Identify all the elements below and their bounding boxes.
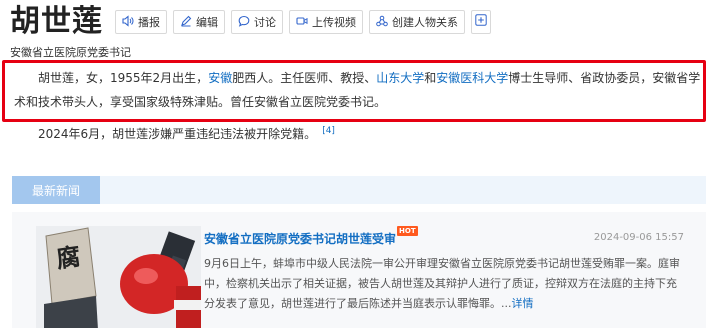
link-anhui-medical-university[interactable]: 安徽医科大学: [436, 71, 508, 85]
news-date: 2024-09-06 15:57: [593, 232, 684, 243]
chat-bubble-icon: [238, 15, 250, 30]
tab-latest-news[interactable]: 最新新闻: [12, 176, 100, 204]
expulsion-paragraph: 2024年6月，胡世莲涉嫌严重违纪违法被开除党籍。 [4]: [14, 119, 704, 146]
page-subtitle: 安徽省立医院原党委书记: [10, 46, 131, 59]
intro-text-a: 胡世莲，女，1955年2月出生，: [38, 71, 209, 85]
discuss-button[interactable]: 讨论: [231, 10, 283, 34]
news-section-header: 最新新闻: [12, 176, 706, 204]
news-summary: 9月6日上午，蚌埠市中级人民法院一审公开审理安徽省立医院原党委书记胡世莲受贿罪一…: [204, 254, 684, 314]
relationship-icon: [376, 15, 388, 30]
speaker-icon: [122, 14, 134, 30]
link-shandong-university[interactable]: 山东大学: [376, 71, 424, 85]
expulsion-text: 2024年6月，胡世莲涉嫌严重违纪违法被开除党籍。: [38, 127, 317, 141]
link-anhui[interactable]: 安徽: [208, 71, 232, 85]
header: 胡世莲 播报 编辑 讨论 上传视频 创建人物关系: [10, 2, 497, 42]
reference-link[interactable]: [4]: [322, 126, 335, 136]
news-title-text[interactable]: 安徽省立医院原党委书记胡世莲受审: [204, 232, 396, 246]
thumbnail-character: 腐: [54, 241, 83, 274]
page-title: 胡世莲: [10, 4, 103, 39]
pencil-icon: [180, 15, 192, 30]
intro-paragraph: 胡世莲，女，1955年2月出生，安徽肥西人。主任医师、教授、山东大学和安徽医科大…: [14, 66, 704, 114]
plus-icon: [475, 14, 487, 30]
intro-text-b: 肥西人。主任医师、教授、: [232, 71, 377, 85]
broadcast-label: 播报: [138, 16, 160, 29]
news-thumbnail[interactable]: 腐: [36, 226, 201, 328]
create-relationship-label: 创建人物关系: [392, 16, 458, 29]
broadcast-button[interactable]: 播报: [115, 10, 167, 34]
discuss-label: 讨论: [254, 16, 276, 29]
edit-label: 编辑: [196, 16, 218, 29]
news-item: 腐 安徽省立医院原党委书记胡世莲受审HOT 2024-09-06 15:57 9…: [12, 212, 706, 328]
video-camera-icon: [296, 15, 308, 30]
upload-video-button[interactable]: 上传视频: [289, 10, 363, 34]
upload-video-label: 上传视频: [312, 16, 356, 29]
news-title[interactable]: 安徽省立医院原党委书记胡世莲受审HOT: [204, 226, 418, 247]
create-relationship-button[interactable]: 创建人物关系: [369, 10, 465, 34]
add-button[interactable]: [471, 10, 491, 34]
edit-button[interactable]: 编辑: [173, 10, 225, 34]
news-summary-text: 9月6日上午，蚌埠市中级人民法院一审公开审理安徽省立医院原党委书记胡世莲受贿罪一…: [204, 257, 680, 310]
more-link[interactable]: 详情: [512, 297, 534, 310]
hot-badge: HOT: [397, 226, 418, 236]
intro-text-c: 和: [424, 71, 437, 85]
